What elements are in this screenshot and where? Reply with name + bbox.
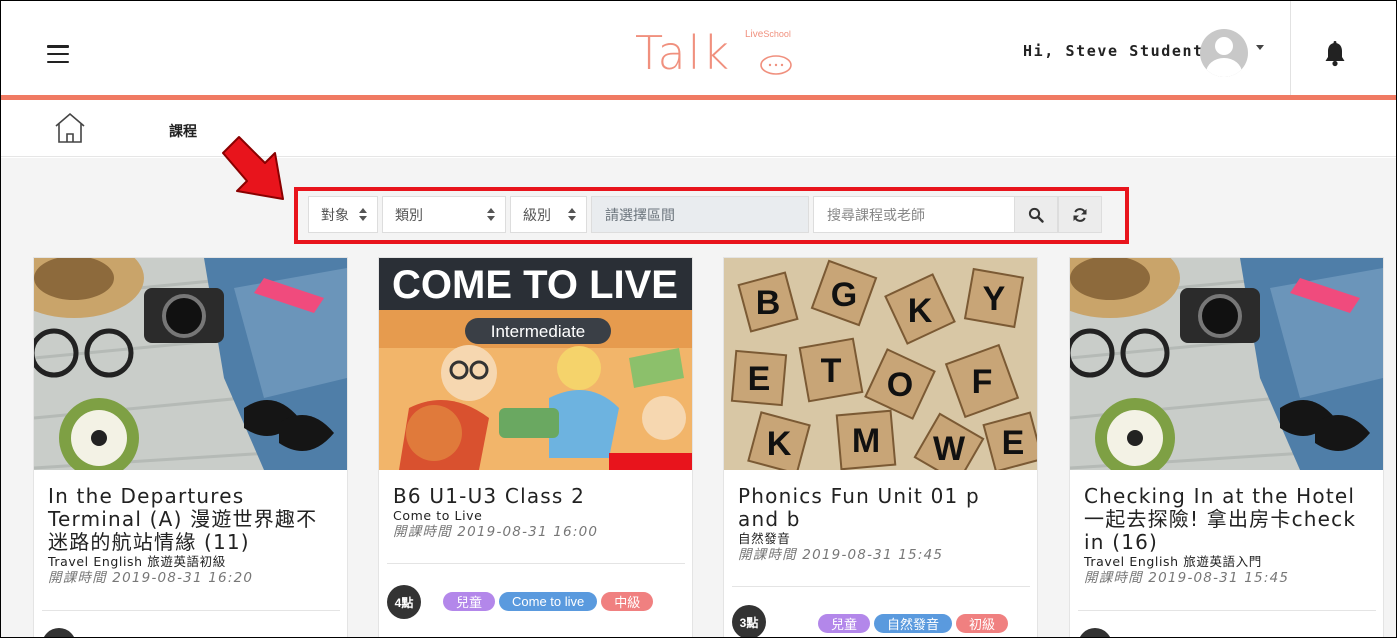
search-button[interactable] bbox=[1014, 196, 1058, 233]
course-card[interactable]: COME TO LIVE Intermediate B6 U1-U3 Class… bbox=[378, 257, 693, 637]
logo-school: School bbox=[763, 29, 791, 39]
level-select[interactable]: 級別 bbox=[510, 196, 587, 233]
audience-select-label: 對象 bbox=[321, 206, 349, 223]
logo[interactable]: Talk LiveSchool bbox=[635, 25, 795, 85]
avatar[interactable] bbox=[1200, 29, 1248, 77]
course-title-text: In the Departures Terminal (A) 漫遊世界趣不迷路的… bbox=[48, 484, 318, 554]
tag-category[interactable]: 自然發音 bbox=[874, 614, 953, 633]
svg-text:T: T bbox=[821, 352, 842, 390]
tag-category[interactable]: Come to live bbox=[499, 592, 598, 611]
tag-audience[interactable]: 兒童 bbox=[818, 614, 871, 633]
course-card[interactable]: In the Departures Terminal (A) 漫遊世界趣不迷路的… bbox=[33, 257, 348, 637]
search-icon bbox=[1028, 207, 1044, 223]
refresh-button[interactable] bbox=[1058, 196, 1102, 233]
course-subtitle: Travel English 旅遊英語初級 bbox=[48, 554, 226, 569]
level-select-label: 級別 bbox=[523, 206, 551, 223]
logo-live: Live bbox=[745, 29, 764, 40]
points-badge: 3點 bbox=[732, 605, 766, 637]
logo-subtext: LiveSchool bbox=[745, 29, 791, 40]
tag-audience[interactable]: 兒童 bbox=[443, 592, 496, 611]
card-divider bbox=[387, 563, 685, 564]
points-badge bbox=[1078, 628, 1112, 637]
svg-text:K: K bbox=[908, 292, 933, 330]
course-subtitle: Travel English 旅遊英語入門 bbox=[1084, 554, 1262, 569]
tag-list: 兒童 自然發音 初級 bbox=[818, 614, 1012, 633]
header-divider bbox=[1290, 1, 1291, 95]
home-icon[interactable] bbox=[53, 111, 87, 145]
course-time: 開課時間 2019-08-31 15:45 bbox=[738, 547, 944, 563]
tag-level[interactable]: 中級 bbox=[601, 592, 654, 611]
refresh-icon bbox=[1073, 207, 1087, 222]
svg-text:M: M bbox=[852, 422, 880, 460]
card-divider bbox=[42, 610, 340, 611]
svg-text:W: W bbox=[933, 430, 966, 468]
breadcrumb-current[interactable]: 課程 bbox=[169, 121, 197, 141]
course-title[interactable]: Checking In at the Hotel 一起去探險! 拿出房卡chec… bbox=[1084, 485, 1374, 587]
user-greeting: Hi, Steve Student bbox=[1023, 42, 1204, 60]
course-title-text: B6 U1-U3 Class 2 bbox=[393, 484, 586, 508]
card-divider bbox=[732, 586, 1030, 587]
course-card[interactable]: Checking In at the Hotel 一起去探險! 拿出房卡chec… bbox=[1069, 257, 1384, 637]
svg-text:E: E bbox=[748, 360, 771, 398]
sort-arrows-icon bbox=[487, 208, 495, 222]
sort-arrows-icon bbox=[359, 208, 367, 222]
svg-text:G: G bbox=[831, 276, 857, 314]
course-image-travel[interactable] bbox=[1070, 258, 1383, 470]
category-select[interactable]: 類別 bbox=[382, 196, 506, 233]
app-window: Talk LiveSchool Hi, Steve Student 課程 對象 … bbox=[0, 0, 1397, 638]
course-time: 開課時間 2019-08-31 16:00 bbox=[393, 524, 599, 540]
top-header: Talk LiveSchool Hi, Steve Student bbox=[1, 1, 1396, 100]
tag-level[interactable]: 初級 bbox=[956, 614, 1009, 633]
course-title-text: Phonics Fun Unit 01 p and b bbox=[738, 484, 980, 531]
course-image-phonics[interactable]: BGKY ETOF KMWE bbox=[724, 258, 1037, 470]
filter-bar: 對象 類別 級別 請選擇區間 搜尋課程或老師 bbox=[308, 196, 1102, 233]
annotation-arrow-icon bbox=[222, 136, 284, 200]
svg-text:F: F bbox=[972, 363, 993, 401]
course-image-travel[interactable] bbox=[34, 258, 347, 470]
logo-speech-bubble-icon bbox=[760, 55, 792, 75]
image-banner-text: COME TO LIVE bbox=[392, 263, 678, 307]
course-title[interactable]: B6 U1-U3 Class 2 Come to Live 開課時間 2019-… bbox=[393, 485, 683, 541]
course-time: 開課時間 2019-08-31 15:45 bbox=[1084, 570, 1290, 586]
course-time: 開課時間 2019-08-31 16:20 bbox=[48, 570, 254, 586]
course-title[interactable]: Phonics Fun Unit 01 p and b 自然發音 開課時間 20… bbox=[738, 485, 1028, 564]
course-card[interactable]: BGKY ETOF KMWE Phonics Fun Unit 01 p and… bbox=[723, 257, 1038, 637]
svg-text:O: O bbox=[887, 366, 913, 404]
logo-text: Talk bbox=[635, 26, 732, 80]
course-image-come-to-live[interactable]: COME TO LIVE Intermediate bbox=[379, 258, 692, 470]
menu-icon[interactable] bbox=[47, 45, 69, 63]
breadcrumb: 課程 bbox=[1, 105, 1396, 157]
course-subtitle: Come to Live bbox=[393, 508, 483, 523]
sort-arrows-icon bbox=[568, 208, 576, 222]
audience-select[interactable]: 對象 bbox=[308, 196, 378, 233]
search-input[interactable]: 搜尋課程或老師 bbox=[813, 196, 1014, 233]
chevron-down-icon[interactable] bbox=[1256, 45, 1264, 50]
points-badge bbox=[42, 628, 76, 637]
tag-list: 兒童 Come to live 中級 bbox=[443, 592, 657, 611]
svg-text:K: K bbox=[767, 425, 792, 463]
course-title-text: Checking In at the Hotel 一起去探險! 拿出房卡chec… bbox=[1084, 484, 1357, 554]
svg-text:E: E bbox=[1002, 424, 1025, 462]
date-range-input[interactable]: 請選擇區間 bbox=[591, 196, 809, 233]
card-divider bbox=[1078, 610, 1376, 611]
image-label-text: Intermediate bbox=[491, 322, 586, 341]
category-select-label: 類別 bbox=[395, 206, 423, 223]
course-title[interactable]: In the Departures Terminal (A) 漫遊世界趣不迷路的… bbox=[48, 485, 338, 587]
bell-icon[interactable] bbox=[1324, 41, 1346, 67]
svg-text:Y: Y bbox=[983, 280, 1006, 318]
points-badge: 4點 bbox=[387, 585, 421, 619]
svg-text:B: B bbox=[756, 284, 781, 322]
course-subtitle: 自然發音 bbox=[738, 531, 791, 546]
